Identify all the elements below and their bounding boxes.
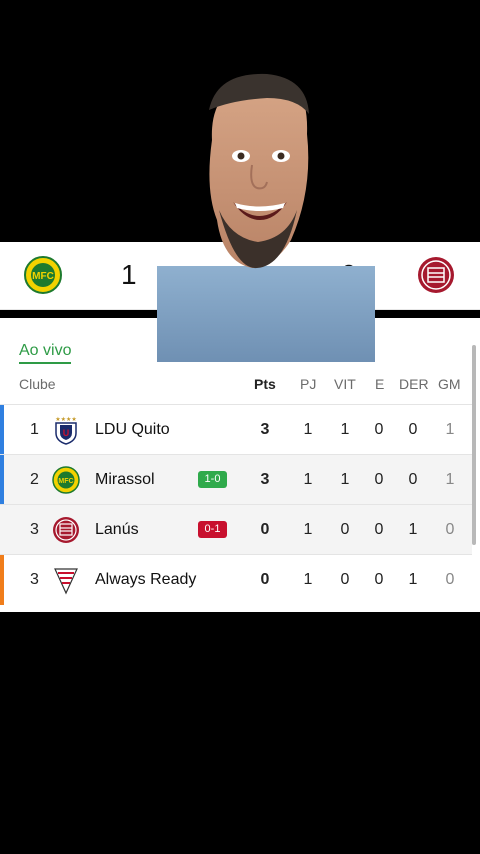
column-vit: VIT	[334, 376, 356, 392]
team-name: Always Ready	[95, 571, 197, 588]
table-row[interactable]: 1 ★★★★ U LDU Quito 3 1 1 0 0 1	[0, 404, 472, 455]
team-wins: 1	[340, 421, 350, 438]
team-played: 1	[303, 471, 313, 488]
team-losses: 1	[408, 521, 418, 538]
column-e: E	[375, 376, 385, 392]
team-losses: 1	[408, 571, 418, 588]
team-wins: 0	[340, 521, 350, 538]
lanus-crest-icon	[418, 257, 454, 293]
team-name: Lanús	[95, 521, 139, 538]
team-draws: 0	[374, 421, 384, 438]
app-screen: MFC 1 0 Ao vivo Clube Pts PJ VIT E DER G…	[0, 0, 480, 854]
team-points: 3	[260, 421, 270, 438]
table-row[interactable]: 3 Always Ready 0 1 0 0 1 0	[0, 554, 472, 605]
ldu-quito-crest-icon: ★★★★ U	[55, 416, 77, 445]
team-losses: 0	[408, 421, 418, 438]
row-position: 3	[30, 521, 39, 538]
svg-text:MFC: MFC	[32, 271, 54, 282]
team-goals: 1	[445, 421, 455, 438]
team-losses: 0	[408, 471, 418, 488]
position-indicator	[0, 555, 4, 605]
scrollbar[interactable]	[472, 345, 476, 545]
always-ready-crest-icon	[54, 568, 78, 595]
row-position: 2	[30, 471, 39, 488]
team-points: 0	[260, 521, 270, 538]
column-pj: PJ	[300, 376, 317, 392]
team-played: 1	[303, 571, 313, 588]
team-draws: 0	[374, 521, 384, 538]
column-club: Clube	[19, 376, 56, 392]
column-der: DER	[399, 376, 429, 392]
team-goals: 0	[445, 571, 455, 588]
standings-header: Clube Pts PJ VIT E DER GM	[0, 376, 480, 404]
table-row[interactable]: 3 Lanús 0-1 0 1 0 0 1 0	[0, 504, 472, 554]
row-position: 1	[30, 421, 39, 438]
tab-live[interactable]: Ao vivo	[19, 342, 72, 364]
standings-panel: Ao vivo Clube Pts PJ VIT E DER GM 1 ★★★★…	[0, 318, 480, 612]
team-draws: 0	[374, 571, 384, 588]
team-name: Mirassol	[95, 471, 155, 488]
team-goals: 1	[445, 471, 455, 488]
team-points: 0	[260, 571, 270, 588]
svg-text:U: U	[63, 428, 70, 438]
lanus-crest-icon	[53, 517, 79, 543]
home-score: 1	[121, 259, 137, 290]
mirassol-crest-icon: MFC	[24, 256, 62, 294]
team-played: 1	[303, 421, 313, 438]
position-indicator	[0, 455, 4, 505]
column-pts: Pts	[254, 376, 276, 392]
team-goals: 0	[445, 521, 455, 538]
team-wins: 1	[340, 471, 350, 488]
row-position: 3	[30, 571, 39, 588]
table-row[interactable]: 2 MFC Mirassol 1-0 3 1 1 0 0 1	[0, 454, 472, 505]
svg-text:MFC: MFC	[58, 478, 73, 485]
team-points: 3	[260, 471, 270, 488]
team-wins: 0	[340, 571, 350, 588]
team-name: LDU Quito	[95, 421, 170, 438]
position-indicator	[0, 405, 4, 455]
svg-text:★★★★: ★★★★	[55, 416, 77, 423]
team-draws: 0	[374, 471, 384, 488]
streamer-overlay	[157, 73, 375, 362]
team-played: 1	[303, 521, 313, 538]
live-score-badge: 1-0	[198, 471, 227, 488]
live-score-badge: 0-1	[198, 521, 227, 538]
column-gm: GM	[438, 376, 461, 392]
mirassol-crest-icon: MFC	[52, 466, 80, 494]
